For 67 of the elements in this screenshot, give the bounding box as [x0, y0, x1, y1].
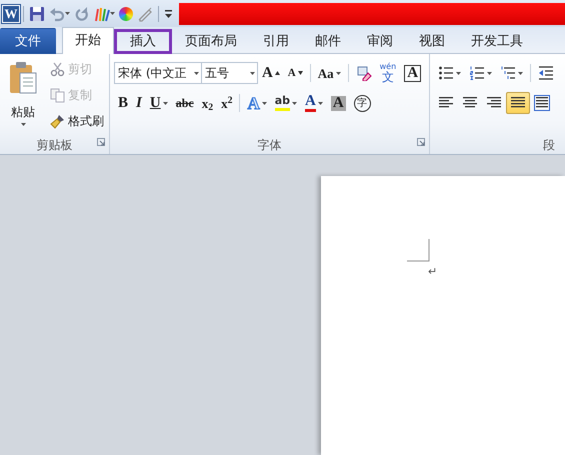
multilevel-list-icon: [500, 65, 516, 81]
caret-icon: [318, 102, 323, 104]
ribbon-tab[interactable]: 开发工具: [458, 29, 536, 54]
caret-icon: [487, 72, 492, 74]
superscript-button[interactable]: x$^{2}$: [217, 92, 236, 114]
brushes-icon: [94, 6, 110, 22]
ribbon-tab[interactable]: 审阅: [354, 29, 406, 54]
caret-icon: [456, 72, 461, 74]
caret-icon: [65, 12, 70, 15]
paragraph-mark: ↵: [428, 266, 438, 277]
save-icon: [29, 6, 45, 22]
font-size-field[interactable]: 五号: [202, 62, 258, 84]
underline-button[interactable]: U: [146, 92, 172, 114]
dialog-launcher-icon[interactable]: [97, 138, 105, 146]
caret-icon: [162, 102, 168, 104]
margin-corner-mark: [407, 239, 431, 263]
caret-icon: [336, 72, 341, 74]
ribbon-tab[interactable]: 引用: [250, 29, 302, 54]
ribbon-tab[interactable]: 页面布局: [172, 29, 250, 54]
caret-icon: [20, 123, 26, 126]
up-arrow-icon: [274, 71, 280, 75]
caret-icon: [250, 72, 255, 74]
ribbon-tab[interactable]: 开始: [62, 27, 114, 54]
shrink-font-button[interactable]: A: [284, 62, 307, 84]
ribbon-tab[interactable]: 视图: [406, 29, 458, 54]
caret-icon: [194, 72, 199, 74]
customize-icon: [164, 8, 173, 20]
redo-icon: [74, 6, 90, 22]
color-wheel-icon: [119, 6, 133, 20]
change-case-button[interactable]: Aa: [314, 62, 345, 84]
bold-button[interactable]: B: [114, 92, 132, 114]
strikethrough-button[interactable]: abc: [172, 92, 198, 114]
caret-icon: [292, 102, 298, 104]
ribbon-tab[interactable]: 插入: [114, 29, 172, 54]
file-tab[interactable]: 文件: [0, 28, 56, 54]
paste-button[interactable]: 粘贴: [4, 58, 42, 130]
italic-button[interactable]: I: [132, 92, 146, 114]
clipboard-icon: [8, 61, 38, 95]
down-arrow-icon: [298, 71, 303, 75]
group-label: 字体: [258, 137, 282, 154]
subscript-button[interactable]: x$_{2}$: [198, 92, 218, 114]
group-label: 剪贴板: [36, 137, 72, 154]
group-label: 段: [543, 137, 555, 154]
dialog-launcher-icon[interactable]: [417, 138, 425, 146]
phonetic-guide-button[interactable]: wén 文: [376, 62, 400, 84]
scissors-icon: [50, 61, 66, 77]
clear-format-icon: [356, 65, 372, 81]
bullets-icon: [438, 65, 454, 81]
format-painter-button[interactable]: 格式刷: [46, 110, 108, 132]
character-shading-button[interactable]: A: [326, 92, 350, 114]
brush-icon: [50, 113, 66, 129]
justify-button[interactable]: [506, 92, 530, 114]
font-color-button[interactable]: A: [301, 92, 327, 114]
undo-icon: [49, 6, 65, 22]
indent-icon: [538, 65, 554, 81]
caret-icon: [518, 72, 523, 74]
highlight-button[interactable]: ab: [270, 92, 302, 114]
pen-icon: [137, 6, 153, 22]
caret-icon: [110, 12, 115, 15]
caret-icon: [262, 102, 267, 104]
distribute-icon: [534, 95, 550, 111]
app-logo: W: [2, 4, 20, 22]
grow-font-button[interactable]: A: [258, 62, 284, 84]
numbering-icon: [469, 65, 485, 81]
copy-icon: [50, 87, 66, 103]
font-name-field[interactable]: 宋体 (中文正: [114, 62, 202, 84]
ribbon-tab[interactable]: 邮件: [302, 29, 354, 54]
